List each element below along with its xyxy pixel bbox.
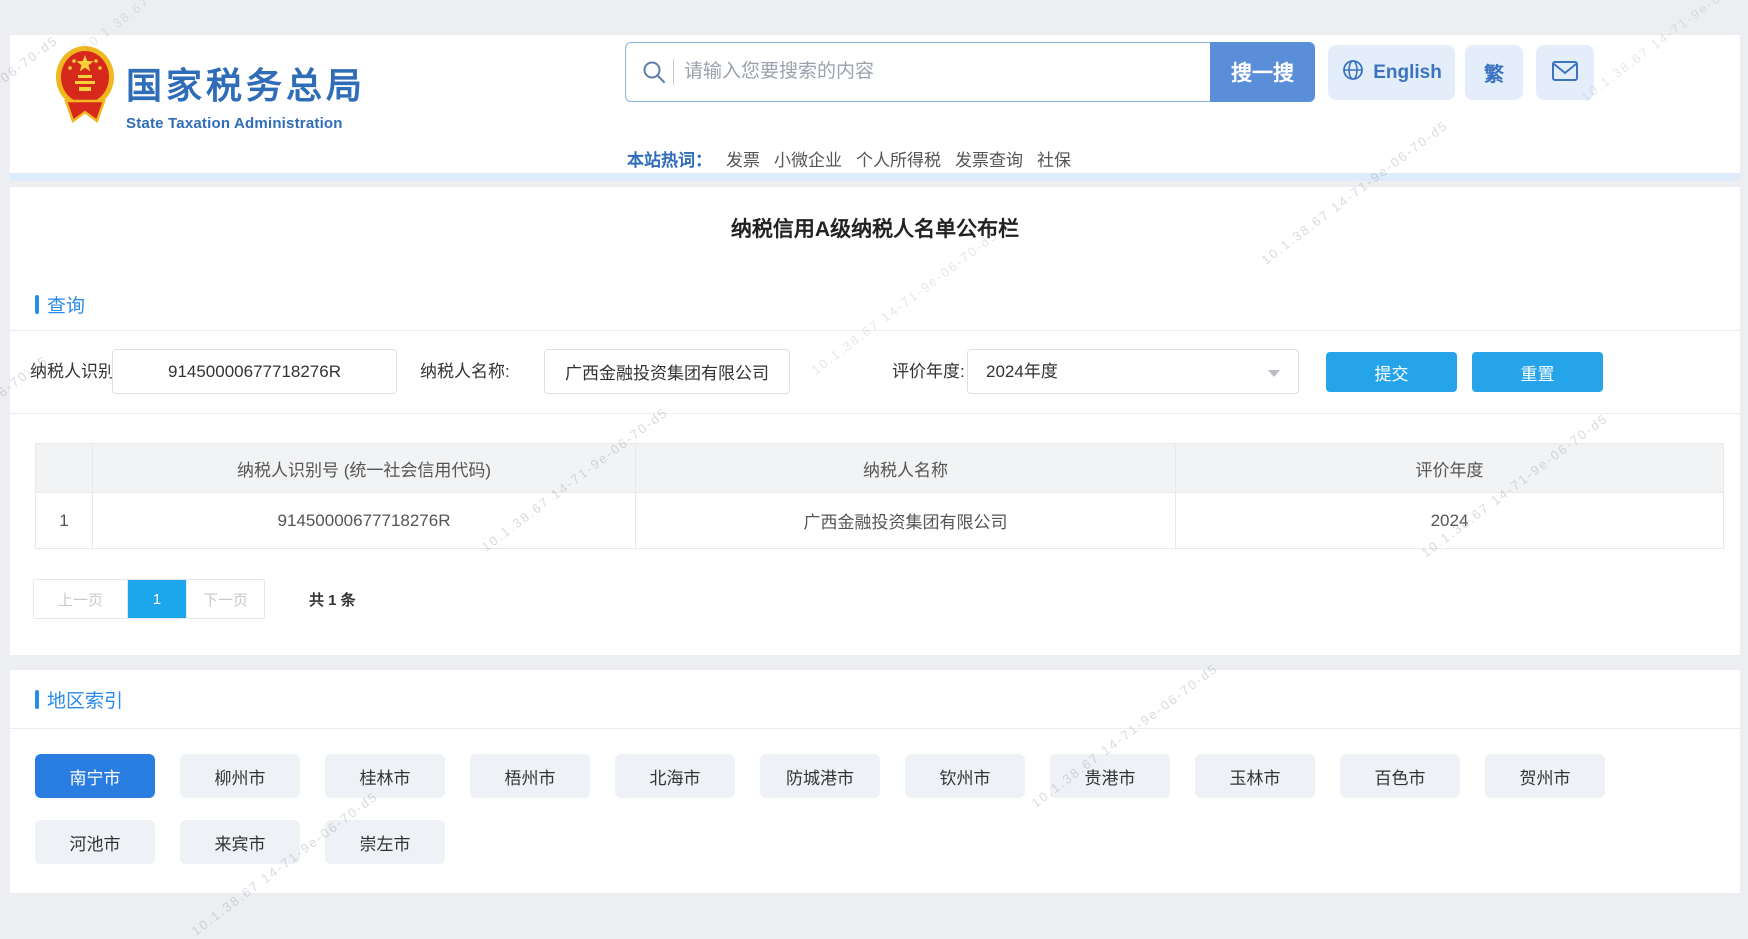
- taxpayer-id-cell: 91450000677718276R: [93, 493, 636, 549]
- hot-words-label: 本站热词：: [627, 146, 712, 171]
- page-title: 纳税信用A级纳税人名单公布栏: [10, 213, 1740, 243]
- city-button-hechi[interactable]: 河池市: [35, 820, 155, 864]
- query-heading-label: 查询: [47, 291, 85, 318]
- city-button-liuzhou[interactable]: 柳州市: [180, 754, 300, 798]
- city-button-hezhou[interactable]: 贺州市: [1485, 754, 1605, 798]
- results-table: 纳税人识别号 (统一社会信用代码) 纳税人名称 评价年度 1 914500006…: [35, 443, 1724, 549]
- region-section-heading: 地区索引: [35, 686, 123, 713]
- english-label: English: [1373, 62, 1442, 84]
- index-column-header: [36, 444, 93, 493]
- query-form: 纳税人识别号: 纳税人名称: 评价年度: 2024年度 提交 重置: [10, 348, 1740, 395]
- hot-word-link[interactable]: 小微企业: [774, 146, 842, 171]
- region-heading-label: 地区索引: [47, 686, 123, 713]
- header-accent-strip: [10, 173, 1740, 181]
- hot-words-bar: 本站热词： 发票 小微企业 个人所得税 发票查询 社保: [627, 146, 1071, 171]
- hot-word-link[interactable]: 发票: [726, 146, 760, 171]
- search-input[interactable]: [625, 42, 1210, 102]
- site-header: 国家税务总局 State Taxation Administration 搜一搜…: [10, 35, 1740, 173]
- total-count-label: 共 1 条: [309, 589, 356, 610]
- text-cursor: [673, 59, 674, 85]
- city-button-chongzuo[interactable]: 崇左市: [325, 820, 445, 864]
- national-emblem-logo: [54, 43, 116, 134]
- section-bar: [35, 690, 39, 709]
- section-bar: [35, 295, 39, 314]
- current-page-button[interactable]: 1: [128, 580, 186, 618]
- reset-button[interactable]: 重置: [1472, 352, 1603, 392]
- prev-page-button[interactable]: 上一页: [34, 580, 128, 618]
- taxpayer-id-input[interactable]: [112, 349, 397, 394]
- city-button-nanning[interactable]: 南宁市: [35, 754, 155, 798]
- taxpayer-name-input[interactable]: [544, 349, 790, 394]
- search-icon: [641, 59, 667, 90]
- city-button-wuzhou[interactable]: 梧州市: [470, 754, 590, 798]
- mail-button[interactable]: [1536, 45, 1594, 100]
- traditional-label: 繁: [1484, 58, 1504, 87]
- brand-text: 国家税务总局 State Taxation Administration: [126, 57, 366, 132]
- hot-word-link[interactable]: 社保: [1037, 146, 1071, 171]
- chevron-down-icon: [1268, 370, 1280, 377]
- search-button[interactable]: 搜一搜: [1210, 42, 1315, 102]
- taxpayer-name-column-header: 纳税人名称: [636, 444, 1176, 493]
- taxpayer-id-column-header: 纳税人识别号 (统一社会信用代码): [93, 444, 636, 493]
- year-column-header: 评价年度: [1176, 444, 1724, 493]
- table-row: 1 91450000677718276R 广西金融投资集团有限公司 2024: [36, 493, 1724, 549]
- query-results-panel: 纳税信用A级纳税人名单公布栏 查询 纳税人识别号: 纳税人名称: 评价年度: 2…: [10, 187, 1740, 655]
- pagination-group: 上一页 1 下一页: [33, 579, 265, 619]
- city-button-beihai[interactable]: 北海市: [615, 754, 735, 798]
- region-index-panel: 地区索引 南宁市 柳州市 桂林市 梧州市 北海市 防城港市 钦州市 贵港市 玉林…: [10, 670, 1740, 893]
- city-button-qinzhou[interactable]: 钦州市: [905, 754, 1025, 798]
- submit-button[interactable]: 提交: [1326, 352, 1457, 392]
- next-page-button[interactable]: 下一页: [186, 580, 264, 618]
- evaluation-year-select[interactable]: 2024年度: [967, 349, 1299, 394]
- globe-icon: [1341, 58, 1365, 88]
- city-button-fangchenggang[interactable]: 防城港市: [760, 754, 880, 798]
- site-search: 搜一搜: [625, 42, 1315, 102]
- site-title-zh: 国家税务总局: [126, 57, 366, 109]
- pagination: 上一页 1 下一页 共 1 条: [33, 579, 356, 619]
- traditional-chinese-button[interactable]: 繁: [1465, 45, 1523, 100]
- divider: [10, 728, 1740, 729]
- city-button-laibin[interactable]: 来宾市: [180, 820, 300, 864]
- divider: [10, 330, 1740, 331]
- query-section-heading: 查询: [35, 291, 85, 318]
- mail-icon: [1551, 60, 1579, 85]
- hot-word-link[interactable]: 个人所得税: [856, 146, 941, 171]
- taxpayer-name-label: 纳税人名称:: [420, 348, 510, 395]
- row-index-cell: 1: [36, 493, 93, 549]
- year-cell: 2024: [1176, 493, 1724, 549]
- divider: [10, 413, 1740, 414]
- city-button-list: 南宁市 柳州市 桂林市 梧州市 北海市 防城港市 钦州市 贵港市 玉林市 百色市…: [35, 754, 1685, 864]
- table-header-row: 纳税人识别号 (统一社会信用代码) 纳税人名称 评价年度: [36, 444, 1724, 493]
- site-title-en: State Taxation Administration: [126, 115, 366, 132]
- taxpayer-name-cell: 广西金融投资集团有限公司: [636, 493, 1176, 549]
- hot-word-link[interactable]: 发票查询: [955, 146, 1023, 171]
- city-button-guilin[interactable]: 桂林市: [325, 754, 445, 798]
- city-button-baise[interactable]: 百色市: [1340, 754, 1460, 798]
- city-button-guigang[interactable]: 贵港市: [1050, 754, 1170, 798]
- search-box: [625, 42, 1210, 102]
- english-language-button[interactable]: English: [1328, 45, 1455, 100]
- city-button-yulin[interactable]: 玉林市: [1195, 754, 1315, 798]
- evaluation-year-value: 2024年度: [986, 362, 1058, 381]
- evaluation-year-label: 评价年度:: [892, 348, 965, 395]
